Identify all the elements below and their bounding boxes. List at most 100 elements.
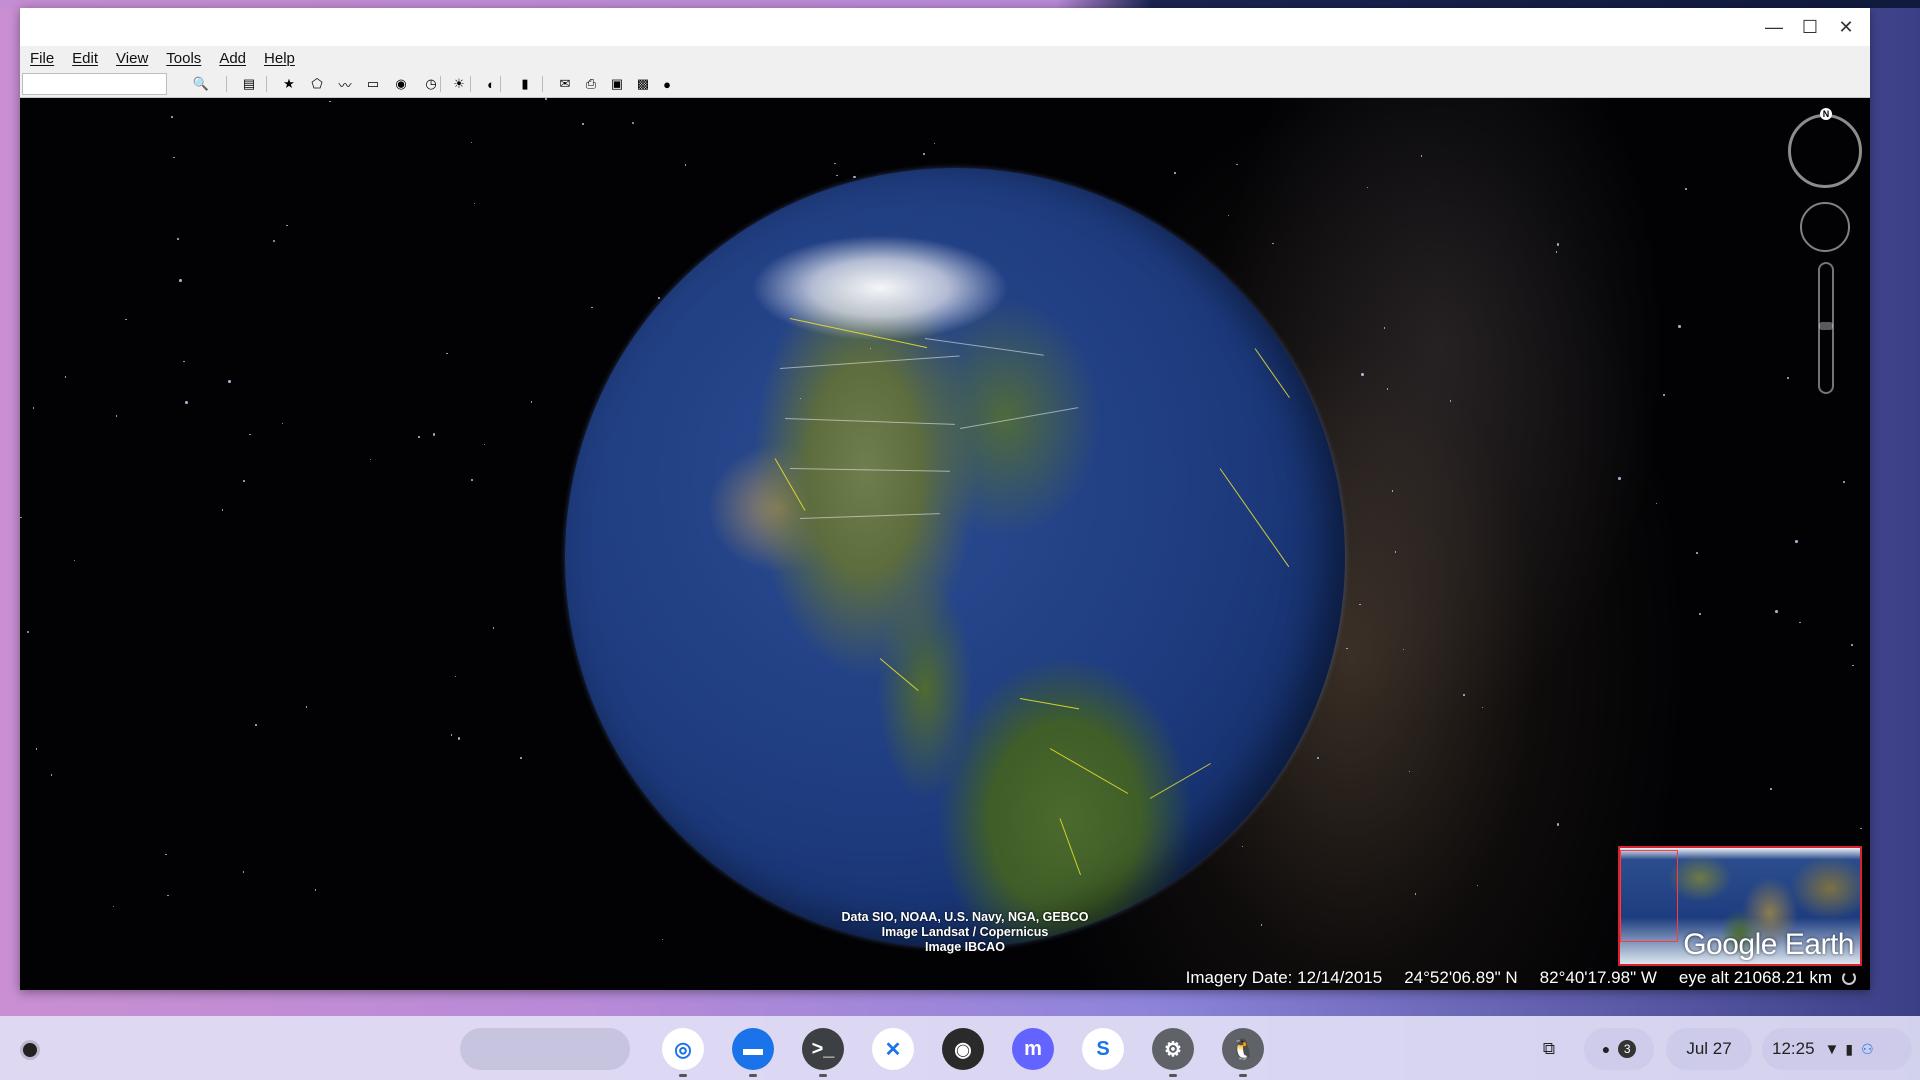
ruler-icon[interactable]: ▮ bbox=[514, 74, 536, 94]
star bbox=[33, 407, 35, 409]
email-icon[interactable]: ✉ bbox=[554, 74, 576, 94]
star bbox=[282, 423, 284, 425]
sidebar-toggle-icon[interactable]: ▤ bbox=[238, 74, 260, 94]
add-path-icon[interactable]: 〰 bbox=[334, 74, 356, 94]
status-tray[interactable]: 12:25 ▼ ▮ ⚇ bbox=[1762, 1028, 1912, 1070]
save-image-icon[interactable]: ▣ bbox=[606, 74, 628, 94]
star bbox=[113, 906, 115, 908]
date-tray[interactable]: Jul 27 bbox=[1666, 1028, 1752, 1070]
print-icon[interactable]: ⎙ bbox=[580, 74, 602, 94]
star bbox=[1272, 243, 1274, 245]
star bbox=[165, 854, 167, 856]
star bbox=[249, 434, 251, 436]
menu-tools[interactable]: Tools bbox=[166, 50, 201, 67]
star bbox=[471, 479, 473, 481]
star bbox=[474, 203, 476, 205]
star bbox=[255, 724, 257, 726]
star bbox=[183, 361, 185, 363]
toolbar-separator bbox=[470, 76, 471, 92]
sunlight-icon[interactable]: ☀ bbox=[448, 74, 470, 94]
switch-planets-icon[interactable]: ◐ bbox=[480, 74, 502, 94]
toolbar-separator bbox=[226, 76, 227, 92]
star bbox=[51, 774, 53, 776]
search-input[interactable] bbox=[22, 73, 167, 95]
star bbox=[446, 353, 448, 355]
historical-imagery-icon[interactable]: ◷ bbox=[420, 74, 442, 94]
running-indicator bbox=[1169, 1074, 1177, 1077]
earth-viewport[interactable]: Data SIO, NOAA, U.S. Navy, NGA, GEBCO Im… bbox=[20, 98, 1870, 990]
state-border-line bbox=[870, 348, 871, 349]
star bbox=[531, 401, 533, 403]
zoom-slider-handle[interactable] bbox=[1819, 322, 1833, 330]
files-app[interactable]: ▬ bbox=[732, 1028, 774, 1070]
maximize-icon: ☐ bbox=[1802, 17, 1818, 38]
star bbox=[36, 748, 38, 750]
star bbox=[1174, 172, 1176, 174]
attribution-line: Image IBCAO bbox=[780, 940, 1150, 955]
chrome-app[interactable]: ◎ bbox=[662, 1028, 704, 1070]
star bbox=[1359, 604, 1361, 606]
attribution-line: Data SIO, NOAA, U.S. Navy, NGA, GEBCO bbox=[780, 910, 1150, 925]
google-earth-window: — ☐ ✕ File Edit View Tools Add Help 🔍 ▤ ★ ⬠… bbox=[20, 8, 1870, 990]
add-polygon-icon[interactable]: ⬠ bbox=[306, 74, 328, 94]
star bbox=[228, 380, 231, 383]
compass-ring[interactable] bbox=[1788, 114, 1862, 188]
star bbox=[632, 122, 635, 125]
view-in-maps-icon[interactable]: ▩ bbox=[632, 74, 654, 94]
add-placemark-icon[interactable]: ★ bbox=[278, 74, 300, 94]
google-earth-logo: Google Earth bbox=[1683, 928, 1854, 962]
shelf-search-pill[interactable] bbox=[460, 1028, 630, 1070]
accessibility-icon: ⚇ bbox=[1861, 1041, 1874, 1058]
star bbox=[834, 163, 836, 165]
earth-icon[interactable]: ● bbox=[656, 74, 678, 94]
look-joystick[interactable] bbox=[1800, 202, 1850, 252]
menu-file[interactable]: File bbox=[30, 50, 54, 67]
star bbox=[1361, 373, 1364, 376]
star bbox=[1851, 644, 1853, 646]
star bbox=[471, 142, 473, 144]
star bbox=[455, 676, 457, 678]
blender-app[interactable]: ◉ bbox=[942, 1028, 984, 1070]
star bbox=[116, 415, 118, 417]
star bbox=[1317, 757, 1320, 760]
date-label: Jul 27 bbox=[1686, 1039, 1731, 1059]
star bbox=[1556, 251, 1558, 253]
settings-app[interactable]: ⚙ bbox=[1152, 1028, 1194, 1070]
tote-button[interactable]: ⧉ bbox=[1532, 1028, 1566, 1070]
star bbox=[520, 757, 522, 759]
star bbox=[1843, 481, 1845, 483]
menu-edit[interactable]: Edit bbox=[72, 50, 98, 67]
record-tour-icon[interactable]: ◉ bbox=[390, 74, 412, 94]
minimize-button[interactable]: — bbox=[1760, 14, 1788, 40]
star bbox=[1463, 694, 1465, 696]
slides-app[interactable]: S bbox=[1082, 1028, 1124, 1070]
menu-add[interactable]: Add bbox=[219, 50, 246, 67]
star bbox=[65, 376, 67, 378]
chrome-icon: ◎ bbox=[674, 1037, 691, 1062]
north-indicator[interactable]: N bbox=[1820, 108, 1832, 120]
title-bar[interactable]: — ☐ ✕ bbox=[20, 8, 1870, 46]
notification-tray[interactable]: ● 3 bbox=[1584, 1028, 1654, 1070]
launcher-button[interactable] bbox=[16, 1036, 44, 1064]
star bbox=[853, 176, 856, 179]
close-button[interactable]: ✕ bbox=[1832, 14, 1860, 40]
terminal-app[interactable]: >_ bbox=[802, 1028, 844, 1070]
maximize-button[interactable]: ☐ bbox=[1796, 14, 1824, 40]
notification-count-badge: 3 bbox=[1618, 1040, 1636, 1058]
vscode-app[interactable]: ✕ bbox=[872, 1028, 914, 1070]
star bbox=[306, 706, 308, 708]
search-icon[interactable]: 🔍 bbox=[190, 74, 212, 94]
earth-globe[interactable] bbox=[565, 168, 1345, 948]
star bbox=[658, 297, 660, 299]
linux-penguin-app[interactable]: 🐧 bbox=[1222, 1028, 1264, 1070]
star bbox=[1860, 828, 1862, 830]
star bbox=[1852, 665, 1854, 667]
toolbar-separator bbox=[440, 76, 441, 92]
star bbox=[1236, 164, 1238, 166]
mastodon-app[interactable]: m bbox=[1012, 1028, 1054, 1070]
overview-map[interactable]: Google Earth bbox=[1618, 846, 1862, 966]
menu-help[interactable]: Help bbox=[264, 50, 295, 67]
star bbox=[1678, 325, 1681, 328]
menu-view[interactable]: View bbox=[116, 50, 148, 67]
add-image-overlay-icon[interactable]: ▭ bbox=[362, 74, 384, 94]
